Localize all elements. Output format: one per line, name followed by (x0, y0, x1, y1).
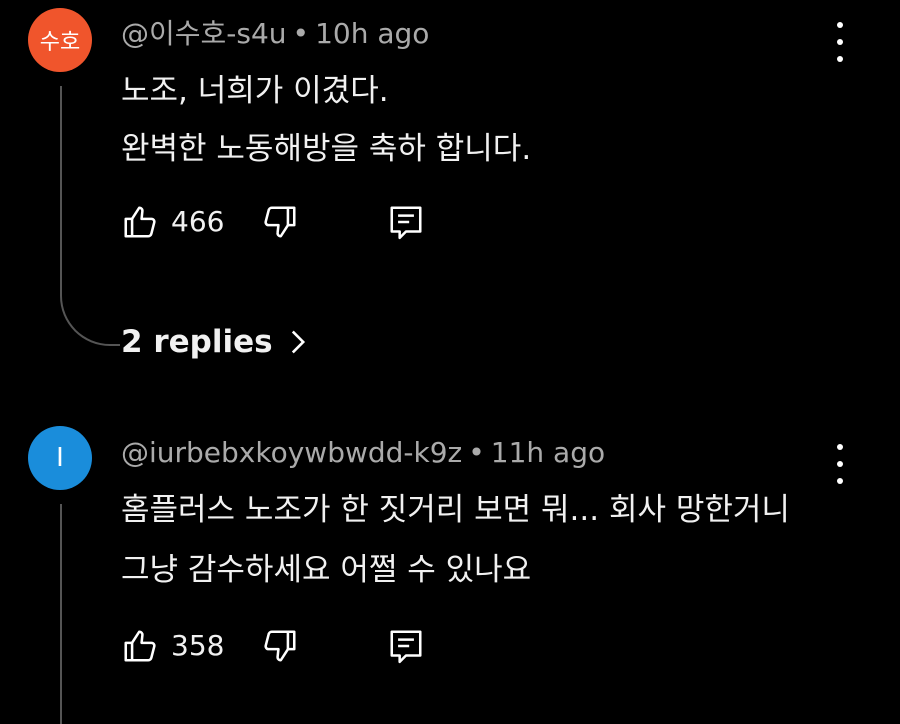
replies-label: 2 replies (121, 324, 273, 360)
thumbs-up-icon (124, 630, 156, 662)
like-count: 466 (171, 205, 225, 238)
chevron-right-icon (291, 330, 305, 354)
timestamp: 11h ago (490, 436, 606, 469)
comment-text-line: 노조, 너희가 이겼다. (121, 73, 389, 109)
like-count: 358 (171, 629, 225, 662)
comment-meta: @iurbebxkoywbwdd-k9z • 11h ago (121, 436, 605, 469)
comment-reply-icon (390, 630, 422, 664)
avatar[interactable]: 수호 (28, 8, 92, 72)
comment-meta: @이수호-s4u • 10h ago (121, 12, 429, 52)
thumbs-down-icon (264, 206, 296, 238)
comment: I @iurbebxkoywbwdd-k9z • 11h ago 홈플러스 노조가 … (0, 420, 900, 724)
author-handle[interactable]: @이수호-s4u (121, 17, 287, 50)
comment-reply-icon (390, 206, 422, 240)
comment: 수호 @이수호-s4u • 10h ago 노조, 너희가 이겼다. 완벽한 노동해… (0, 0, 900, 390)
comment-text-line: 완벽한 노동해방을 축하 합니다. (121, 131, 532, 167)
thumbs-up-icon (124, 206, 156, 238)
view-replies-button[interactable]: 2 replies (121, 324, 307, 360)
separator: • (468, 436, 485, 469)
timestamp: 10h ago (315, 17, 430, 50)
thread-connector (60, 504, 62, 724)
dislike-button[interactable] (261, 627, 299, 669)
dislike-button[interactable] (261, 203, 299, 245)
author-handle[interactable]: @iurbebxkoywbwdd-k9z (121, 436, 462, 469)
comment-text-line: 그냥 감수하세요 어쩔 수 있나요 (121, 552, 532, 588)
reply-button[interactable] (387, 627, 425, 669)
reply-button[interactable] (387, 203, 425, 245)
like-button[interactable] (121, 203, 159, 245)
comment-text-line: 홈플러스 노조가 한 짓거리 보면 뭐... 회사 망한거니 (121, 492, 790, 528)
avatar[interactable]: I (28, 426, 92, 490)
comment-actions: 466 (121, 203, 441, 243)
separator: • (292, 17, 310, 50)
like-button[interactable] (121, 627, 159, 669)
more-vertical-icon[interactable] (828, 444, 852, 484)
thread-connector (60, 86, 120, 346)
thumbs-down-icon (264, 630, 296, 662)
more-vertical-icon[interactable] (828, 22, 852, 62)
comment-actions: 358 (121, 627, 441, 667)
